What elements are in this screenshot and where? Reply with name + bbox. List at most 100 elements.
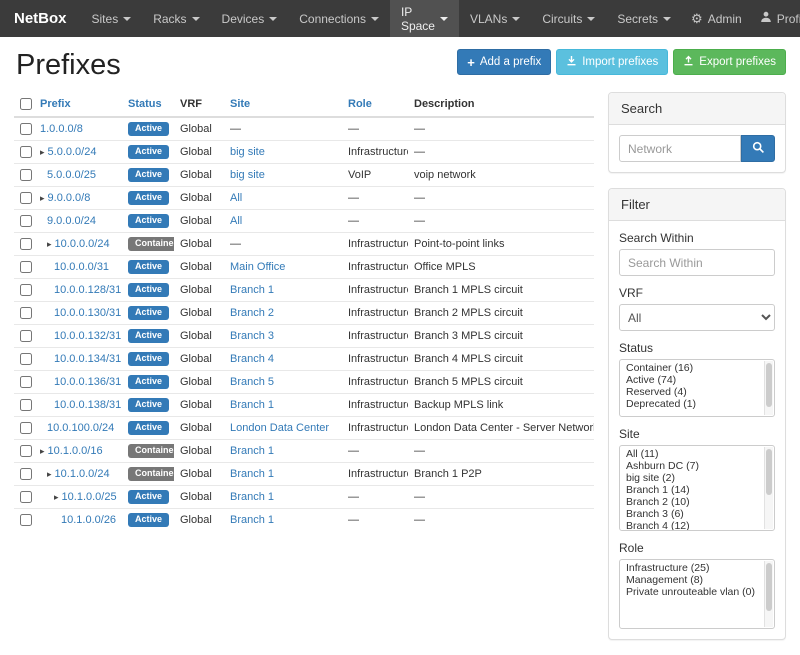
row-checkbox[interactable] xyxy=(20,330,32,342)
row-checkbox[interactable] xyxy=(20,422,32,434)
column-header-site[interactable]: Site xyxy=(224,92,342,117)
nav-item-secrets[interactable]: Secrets xyxy=(606,0,682,37)
prefix-link[interactable]: 10.1.0.0/26 xyxy=(61,514,116,526)
status-scrollbar[interactable] xyxy=(764,361,773,415)
status-listbox[interactable]: Container (16)Active (74)Reserved (4)Dep… xyxy=(619,359,775,417)
search-within-input[interactable] xyxy=(619,249,775,276)
site-link[interactable]: Main Office xyxy=(230,261,285,273)
prefix-link[interactable]: 10.0.0.136/31 xyxy=(54,376,121,388)
add-prefix-button[interactable]: + Add a prefix xyxy=(457,49,551,75)
prefix-link[interactable]: 10.0.0.128/31 xyxy=(54,284,121,296)
filter-option[interactable]: Ashburn DC (7) xyxy=(620,460,774,472)
site-link[interactable]: Branch 4 xyxy=(230,353,274,365)
filter-option[interactable]: Active (74) xyxy=(620,374,774,386)
prefix-link[interactable]: 10.0.0.132/31 xyxy=(54,330,121,342)
import-prefixes-button[interactable]: Import prefixes xyxy=(556,49,668,75)
site-link[interactable]: big site xyxy=(230,146,265,158)
filter-option[interactable]: big site (2) xyxy=(620,472,774,484)
filter-option[interactable]: Container (16) xyxy=(620,362,774,374)
search-input[interactable] xyxy=(619,135,741,162)
column-header-prefix[interactable]: Prefix xyxy=(34,92,122,117)
site-link[interactable]: Branch 1 xyxy=(230,445,274,457)
row-checkbox[interactable] xyxy=(20,445,32,457)
column-sort-link[interactable]: Role xyxy=(348,98,372,110)
filter-option[interactable]: Private unrouteable vlan (0) xyxy=(620,586,774,598)
site-link[interactable]: All xyxy=(230,215,242,227)
site-link[interactable]: Branch 1 xyxy=(230,399,274,411)
filter-option[interactable]: Branch 4 (12) xyxy=(620,520,774,531)
row-checkbox[interactable] xyxy=(20,261,32,273)
select-all-checkbox[interactable] xyxy=(20,98,32,110)
site-link[interactable]: big site xyxy=(230,169,265,181)
row-checkbox[interactable] xyxy=(20,353,32,365)
site-link[interactable]: Branch 1 xyxy=(230,514,274,526)
prefix-link[interactable]: 1.0.0.0/8 xyxy=(40,123,83,135)
row-checkbox[interactable] xyxy=(20,514,32,526)
nav-item-connections[interactable]: Connections xyxy=(288,0,390,37)
row-checkbox[interactable] xyxy=(20,169,32,181)
prefix-link[interactable]: 5.0.0.0/24 xyxy=(48,146,97,158)
site-link[interactable]: Branch 2 xyxy=(230,307,274,319)
nav-item-vlans[interactable]: VLANs xyxy=(459,0,531,37)
filter-option[interactable]: All (11) xyxy=(620,448,774,460)
scrollbar-thumb[interactable] xyxy=(766,363,772,407)
row-checkbox[interactable] xyxy=(20,215,32,227)
prefix-link[interactable]: 10.0.0.130/31 xyxy=(54,307,121,319)
row-checkbox[interactable] xyxy=(20,376,32,388)
nav-item-racks[interactable]: Racks xyxy=(142,0,210,37)
row-checkbox[interactable] xyxy=(20,491,32,503)
nav-item-ip-space[interactable]: IP Space xyxy=(390,0,459,37)
prefix-link[interactable]: 10.0.0.138/31 xyxy=(54,399,121,411)
prefix-link[interactable]: 9.0.0.0/8 xyxy=(48,192,91,204)
prefix-link[interactable]: 10.1.0.0/25 xyxy=(62,491,117,503)
prefix-link[interactable]: 10.0.100.0/24 xyxy=(47,422,114,434)
prefix-link[interactable]: 10.1.0.0/16 xyxy=(48,445,103,457)
row-checkbox[interactable] xyxy=(20,399,32,411)
prefix-link[interactable]: 10.0.0.0/31 xyxy=(54,261,109,273)
prefix-link[interactable]: 5.0.0.0/25 xyxy=(47,169,96,181)
site-link[interactable]: Branch 1 xyxy=(230,491,274,503)
scrollbar-thumb[interactable] xyxy=(766,563,772,611)
role-listbox[interactable]: Infrastructure (25)Management (8)Private… xyxy=(619,559,775,629)
column-header-status[interactable]: Status xyxy=(122,92,174,117)
nav-item-circuits[interactable]: Circuits xyxy=(531,0,606,37)
scrollbar-thumb[interactable] xyxy=(766,449,772,495)
export-prefixes-button[interactable]: Export prefixes xyxy=(673,49,786,75)
prefix-link[interactable]: 9.0.0.0/24 xyxy=(47,215,96,227)
nav-item-devices[interactable]: Devices xyxy=(211,0,289,37)
app-logo[interactable]: NetBox xyxy=(8,0,81,37)
filter-option[interactable]: Deprecated (1) xyxy=(620,398,774,410)
site-link[interactable]: All xyxy=(230,192,242,204)
site-link[interactable]: Branch 3 xyxy=(230,330,274,342)
row-checkbox[interactable] xyxy=(20,123,32,135)
prefix-link[interactable]: 10.0.0.0/24 xyxy=(55,238,110,250)
profile-link[interactable]: Profile xyxy=(751,0,800,37)
filter-option[interactable]: Branch 2 (10) xyxy=(620,496,774,508)
site-listbox[interactable]: All (11)Ashburn DC (7)big site (2)Branch… xyxy=(619,445,775,531)
site-scrollbar[interactable] xyxy=(764,447,773,529)
row-checkbox[interactable] xyxy=(20,192,32,204)
site-link[interactable]: Branch 1 xyxy=(230,284,274,296)
admin-link[interactable]: ⚙ Admin xyxy=(682,0,751,37)
column-sort-link[interactable]: Site xyxy=(230,98,250,110)
nav-item-sites[interactable]: Sites xyxy=(81,0,143,37)
row-checkbox[interactable] xyxy=(20,146,32,158)
filter-option[interactable]: Infrastructure (25) xyxy=(620,562,774,574)
search-button[interactable] xyxy=(741,135,775,162)
filter-option[interactable]: Branch 1 (14) xyxy=(620,484,774,496)
column-sort-link[interactable]: Prefix xyxy=(40,98,71,110)
site-link[interactable]: London Data Center xyxy=(230,422,329,434)
row-checkbox[interactable] xyxy=(20,307,32,319)
column-sort-link[interactable]: Status xyxy=(128,98,162,110)
row-checkbox[interactable] xyxy=(20,238,32,250)
row-checkbox[interactable] xyxy=(20,284,32,296)
column-header-role[interactable]: Role xyxy=(342,92,408,117)
site-link[interactable]: Branch 1 xyxy=(230,468,274,480)
row-checkbox[interactable] xyxy=(20,468,32,480)
filter-option[interactable]: Reserved (4) xyxy=(620,386,774,398)
site-link[interactable]: Branch 5 xyxy=(230,376,274,388)
filter-option[interactable]: Branch 3 (6) xyxy=(620,508,774,520)
vrf-select[interactable]: All xyxy=(619,304,775,331)
role-scrollbar[interactable] xyxy=(764,561,773,627)
filter-option[interactable]: Management (8) xyxy=(620,574,774,586)
